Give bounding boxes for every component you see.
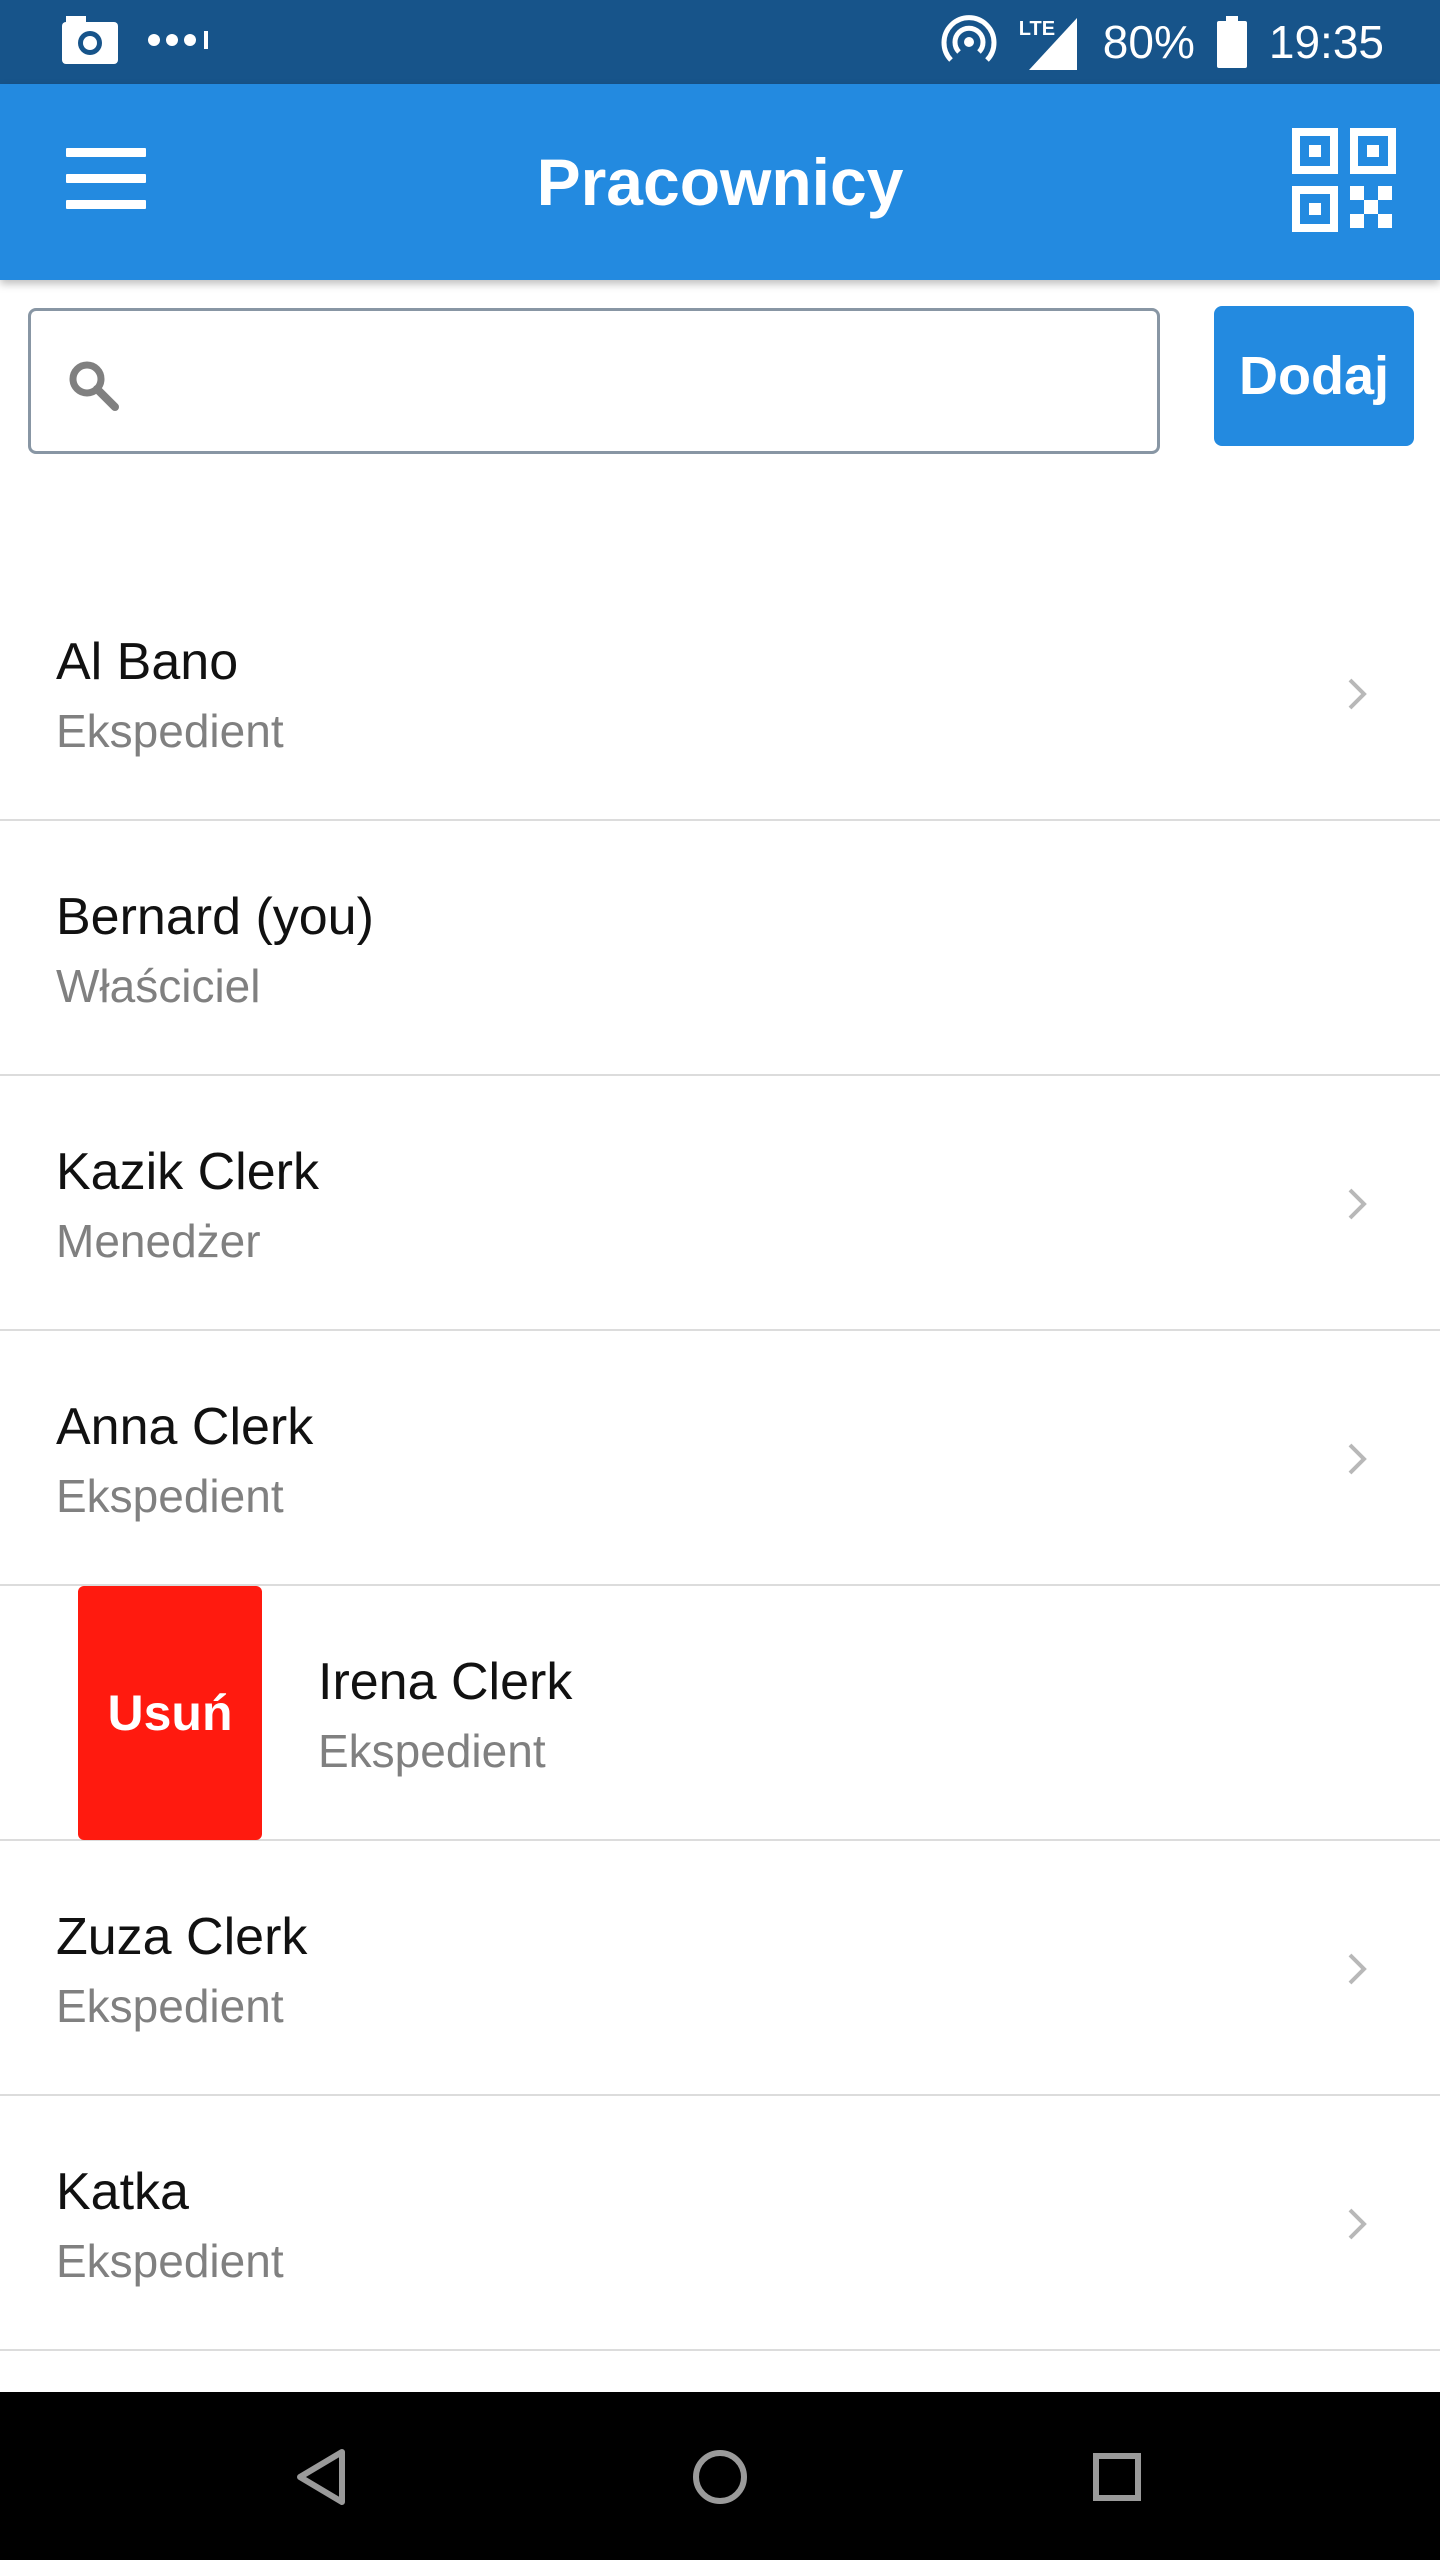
list-item[interactable]: Kazik Clerk Menedżer [0,1076,1440,1331]
chevron-right-icon [1348,1953,1367,1985]
employee-list: Al Bano Ekspedient Bernard (you) Właścic… [0,566,1440,2351]
chevron-right-icon [1348,678,1367,710]
employee-role: Ekspedient [56,705,284,757]
employee-name: Zuza Clerk [56,1908,308,1966]
employee-role: Ekspedient [56,2235,284,2287]
status-bar: LTE 80% 19:35 [0,0,1440,84]
hotspot-icon [941,15,997,62]
search-icon [69,361,119,411]
list-item: Bernard (you) Właściciel [0,821,1440,1076]
chevron-right-icon [1348,1188,1367,1220]
app-bar: Pracownicy [0,84,1440,280]
signal-icon: LTE [1019,12,1081,72]
employee-role: Ekspedient [318,1725,546,1777]
page-title: Pracownicy [536,145,904,219]
dots-icon [148,31,208,49]
list-item[interactable]: Al Bano Ekspedient [0,566,1440,821]
employee-name: Al Bano [56,633,239,691]
employee-name: Bernard (you) [56,888,374,946]
employee-role: Menedżer [56,1215,261,1267]
add-button[interactable]: Dodaj [1214,306,1414,446]
chevron-right-icon [1348,2208,1367,2240]
employee-name: Irena Clerk [318,1653,573,1711]
employee-role: Ekspedient [56,1470,284,1522]
battery-percent: 80% [1102,16,1195,68]
employee-name: Katka [56,2163,189,2221]
list-item[interactable]: Zuza Clerk Ekspedient [0,1841,1440,2096]
list-item[interactable]: Katka Ekspedient [0,2096,1440,2351]
employee-role: Właściciel [56,960,261,1012]
qr-code-icon[interactable] [1292,128,1396,232]
employee-name: Kazik Clerk [56,1143,319,1201]
list-item[interactable]: Anna Clerk Ekspedient [0,1331,1440,1586]
employee-role: Ekspedient [56,1980,284,2032]
list-item[interactable]: Usuń Irena Clerk Ekspedient [0,1586,1440,1841]
search-input[interactable] [28,308,1160,454]
delete-button[interactable]: Usuń [78,1586,262,1840]
clock: 19:35 [1268,16,1384,68]
navigation-bar [0,2392,1440,2560]
employee-name: Anna Clerk [56,1398,314,1456]
back-icon[interactable] [276,2432,366,2522]
recents-icon[interactable] [1072,2432,1162,2522]
home-icon[interactable] [675,2432,765,2522]
battery-icon [1216,16,1247,68]
camera-icon [62,16,118,64]
chevron-right-icon [1348,1443,1367,1475]
